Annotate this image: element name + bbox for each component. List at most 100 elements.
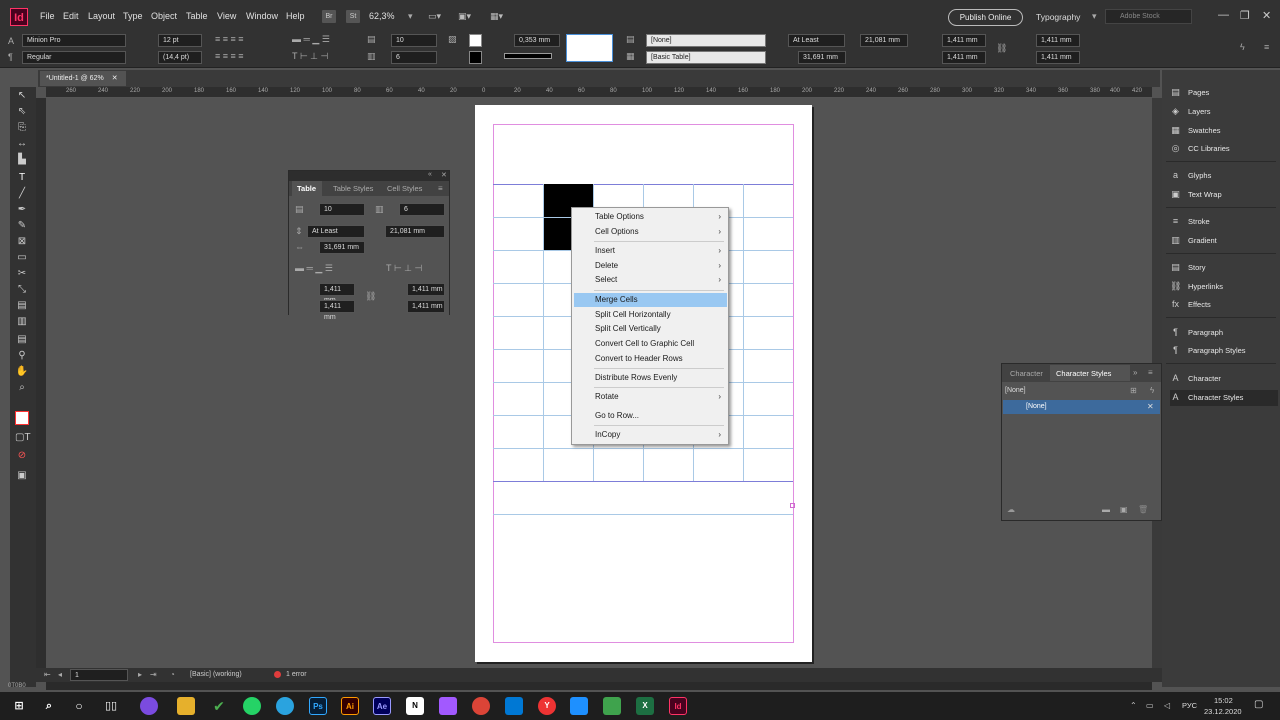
out-port-handle[interactable] bbox=[790, 503, 795, 508]
menu-item-delete[interactable]: Delete › bbox=[574, 259, 727, 273]
paragraph-formatting-icon[interactable]: ¶ bbox=[8, 52, 13, 62]
table-columns-field[interactable]: 6 bbox=[399, 203, 445, 216]
dock-effects[interactable]: fx Effects bbox=[1170, 297, 1278, 313]
dock-paragraph[interactable]: ¶ Paragraph bbox=[1170, 325, 1278, 341]
first-page-icon[interactable]: ⇤ bbox=[44, 670, 51, 679]
column-width-field[interactable]: 31,691 mm bbox=[798, 51, 846, 64]
link-icon[interactable]: ⛓ bbox=[996, 43, 1007, 54]
search-icon[interactable]: ⌕ bbox=[40, 697, 58, 715]
dock-glyphs[interactable]: a Glyphs bbox=[1170, 168, 1278, 184]
new-group-icon[interactable]: ⊞ bbox=[1130, 386, 1137, 395]
font-style-field[interactable]: Regular bbox=[22, 51, 126, 64]
rectangle-tool-icon[interactable]: ▭ bbox=[15, 251, 29, 265]
photoshop-icon[interactable]: Ps bbox=[309, 697, 327, 715]
cell-stroke-proxy[interactable] bbox=[566, 34, 613, 62]
menu-item-select[interactable]: Select › bbox=[574, 273, 727, 287]
inset-top-field[interactable]: 1,411 mm bbox=[942, 34, 986, 47]
pen-tool-icon[interactable]: ✒ bbox=[15, 203, 29, 217]
content-collector-icon[interactable]: ▙ bbox=[15, 153, 29, 167]
inset-left-field[interactable]: 1,411 mm bbox=[1036, 34, 1080, 47]
close-icon[interactable]: ✕ bbox=[441, 171, 447, 179]
clear-overrides-icon[interactable]: ✕ bbox=[1147, 402, 1154, 411]
pencil-tool-icon[interactable]: ✎ bbox=[15, 219, 29, 233]
text-rotation-icons[interactable]: T ⊢ ⊥ ⊣ bbox=[386, 263, 422, 274]
table-rows-field[interactable]: 10 bbox=[319, 203, 365, 216]
justify-icon[interactable]: ≡ ≡ ≡ ≡ bbox=[215, 51, 244, 61]
clock-date[interactable]: 23.12.2020 bbox=[1204, 707, 1242, 716]
tab-table-styles[interactable]: Table Styles bbox=[333, 184, 373, 193]
free-transform-tool-icon[interactable]: ⤡ bbox=[15, 283, 29, 297]
whatsapp-icon[interactable] bbox=[243, 697, 261, 715]
rectangle-frame-tool-icon[interactable]: ⊠ bbox=[15, 235, 29, 249]
leading-field[interactable]: (14,4 pt) bbox=[158, 51, 202, 64]
dock-story[interactable]: ▤ Story bbox=[1170, 260, 1278, 276]
stroke-swatch[interactable] bbox=[469, 51, 482, 64]
after-effects-icon[interactable]: Ae bbox=[373, 697, 391, 715]
document-tab[interactable]: *Untitled-1 @ 62% ✕ bbox=[40, 71, 126, 86]
workspace-switcher[interactable]: Typography bbox=[1036, 12, 1080, 22]
new-style-icon[interactable]: ▣ bbox=[1120, 505, 1128, 514]
lightning-icon[interactable]: ϟ bbox=[1240, 42, 1245, 52]
formatting-affects-container-icon[interactable]: ▢T bbox=[15, 431, 31, 445]
tray-chevron-icon[interactable]: ⌃ bbox=[1130, 701, 1137, 710]
close-icon[interactable]: ✕ bbox=[1262, 9, 1271, 22]
arrange-documents-icon[interactable]: ▦▾ bbox=[490, 11, 503, 22]
telegram-icon[interactable] bbox=[276, 697, 294, 715]
dock-paragraph-styles[interactable]: ¶ Paragraph Styles bbox=[1170, 343, 1278, 359]
menu-item-cell-options[interactable]: Cell Options › bbox=[574, 225, 727, 239]
minimize-icon[interactable]: — bbox=[1218, 9, 1229, 21]
vertical-align-icons[interactable]: ▬ ═ ▁ ☰ bbox=[295, 263, 333, 274]
menu-view[interactable]: View bbox=[217, 11, 236, 21]
text-orientation-icon[interactable]: T ⊢ ⊥ ⊣ bbox=[292, 51, 328, 62]
dock-stroke[interactable]: ≡ Stroke bbox=[1170, 214, 1278, 230]
menu-table[interactable]: Table bbox=[186, 11, 208, 21]
bridge-button[interactable]: Br bbox=[322, 10, 336, 23]
dock-pages[interactable]: ▤ Pages bbox=[1170, 85, 1278, 101]
font-size-field[interactable]: 12 pt bbox=[158, 34, 202, 47]
horizontal-ruler[interactable]: 260 240 220 200 180 160 140 120 100 80 6… bbox=[46, 87, 1152, 98]
maximize-icon[interactable]: ❐ bbox=[1240, 9, 1250, 22]
menu-object[interactable]: Object bbox=[151, 11, 177, 21]
notion-icon[interactable]: N bbox=[406, 697, 424, 715]
windows-start-icon[interactable]: ⊞ bbox=[10, 697, 28, 715]
tab-character[interactable]: Character bbox=[1010, 369, 1043, 378]
zoom-tool-icon[interactable]: ⌕ bbox=[15, 381, 29, 395]
illustrator-icon[interactable]: Ai bbox=[341, 697, 359, 715]
stock-button[interactable]: St bbox=[346, 10, 360, 23]
line-tool-icon[interactable]: ╱ bbox=[15, 187, 29, 201]
cell-inset-top[interactable]: 1,411 mm bbox=[319, 283, 355, 304]
task-view-icon[interactable]: ▯▯ bbox=[102, 697, 120, 715]
cloud-icon[interactable]: ☁ bbox=[1007, 505, 1015, 514]
cell-inset-bottom[interactable]: 1,411 mm bbox=[319, 300, 355, 321]
note-tool-icon[interactable]: ▤ bbox=[15, 333, 29, 347]
tab-character-styles[interactable]: Character Styles bbox=[1056, 369, 1111, 378]
selection-tool-icon[interactable]: ↖ bbox=[15, 89, 29, 103]
panel-menu-icon[interactable]: ≡ bbox=[1148, 368, 1153, 377]
yandex-icon[interactable]: Y bbox=[538, 697, 556, 715]
preflight-profile-icon[interactable]: ◔ bbox=[170, 670, 175, 679]
menu-item-insert[interactable]: Insert › bbox=[574, 244, 727, 258]
menu-item-split-vertically[interactable]: Split Cell Vertically bbox=[574, 322, 727, 336]
scissors-tool-icon[interactable]: ✂ bbox=[15, 267, 29, 281]
row-height-field[interactable]: 21,081 mm bbox=[860, 34, 908, 47]
collapse-icon[interactable]: » bbox=[1133, 368, 1137, 377]
page-number-field[interactable]: 1 bbox=[70, 669, 128, 681]
row-align-icon[interactable]: ▬ ═ ▁ ☰ bbox=[292, 34, 330, 45]
dock-layers[interactable]: ◈ Layers bbox=[1170, 104, 1278, 120]
menu-item-split-horizontally[interactable]: Split Cell Horizontally bbox=[574, 308, 727, 322]
dock-hyperlinks[interactable]: ⛓ Hyperlinks bbox=[1170, 279, 1278, 295]
file-explorer-icon[interactable] bbox=[177, 697, 195, 715]
panel-header[interactable] bbox=[289, 171, 449, 181]
column-width-value[interactable]: 31,691 mm bbox=[319, 241, 365, 254]
view-options-icon[interactable]: ▭▾ bbox=[428, 11, 441, 22]
chrome-icon[interactable] bbox=[472, 697, 490, 715]
row-height-mode-field[interactable]: At Least bbox=[788, 34, 845, 47]
network-icon[interactable]: ▭ bbox=[1146, 701, 1154, 710]
menu-item-go-to-row[interactable]: Go to Row... bbox=[574, 409, 727, 423]
menu-window[interactable]: Window bbox=[246, 11, 278, 21]
cell-style-field[interactable]: [None] bbox=[646, 34, 766, 47]
tab-cell-styles[interactable]: Cell Styles bbox=[387, 184, 422, 193]
panel-menu-icon[interactable]: ≡ bbox=[438, 184, 443, 193]
dock-swatches[interactable]: ▦ Swatches bbox=[1170, 123, 1278, 139]
gradient-swatch-tool-icon[interactable]: ▤ bbox=[15, 299, 29, 313]
